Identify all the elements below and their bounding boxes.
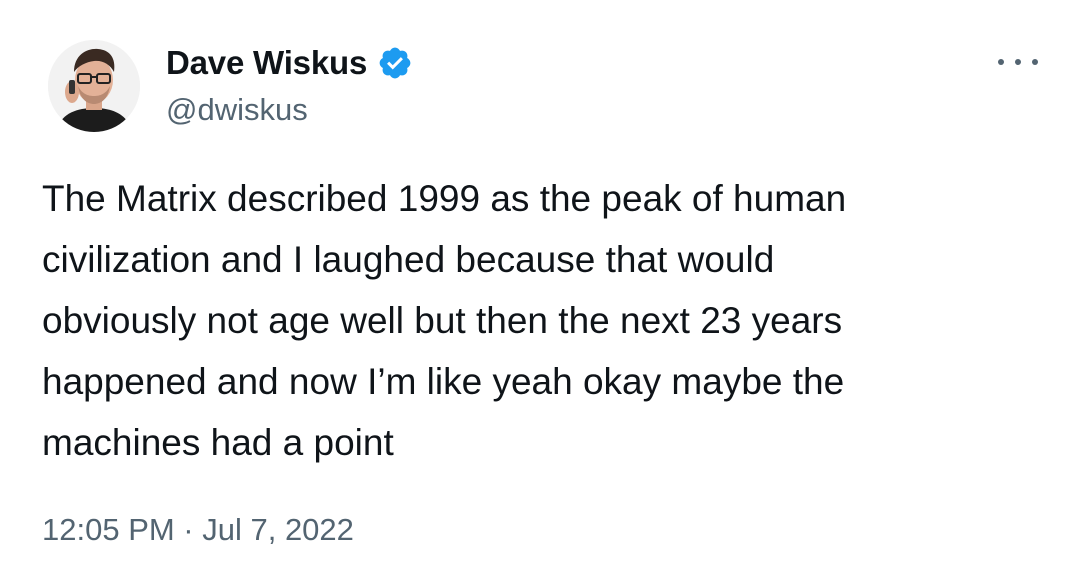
verified-badge-icon[interactable] bbox=[377, 45, 413, 81]
author-identity: Dave Wiskus @dwiskus bbox=[166, 42, 413, 128]
tweet-header: Dave Wiskus @dwiskus bbox=[48, 40, 1050, 140]
more-dot bbox=[1015, 59, 1021, 65]
name-row: Dave Wiskus bbox=[166, 42, 413, 84]
tweet-card: Dave Wiskus @dwiskus The Matrix describe… bbox=[0, 0, 1080, 567]
more-dot bbox=[998, 59, 1004, 65]
more-dot bbox=[1032, 59, 1038, 65]
avatar-photo bbox=[48, 40, 140, 132]
author-handle[interactable]: @dwiskus bbox=[166, 92, 413, 128]
more-options-icon[interactable] bbox=[998, 50, 1038, 74]
avatar[interactable] bbox=[48, 40, 140, 132]
tweet-text: The Matrix described 1999 as the peak of… bbox=[42, 178, 847, 463]
tweet-timestamp[interactable]: 12:05 PM · Jul 7, 2022 bbox=[42, 512, 354, 548]
author-display-name[interactable]: Dave Wiskus bbox=[166, 44, 367, 82]
